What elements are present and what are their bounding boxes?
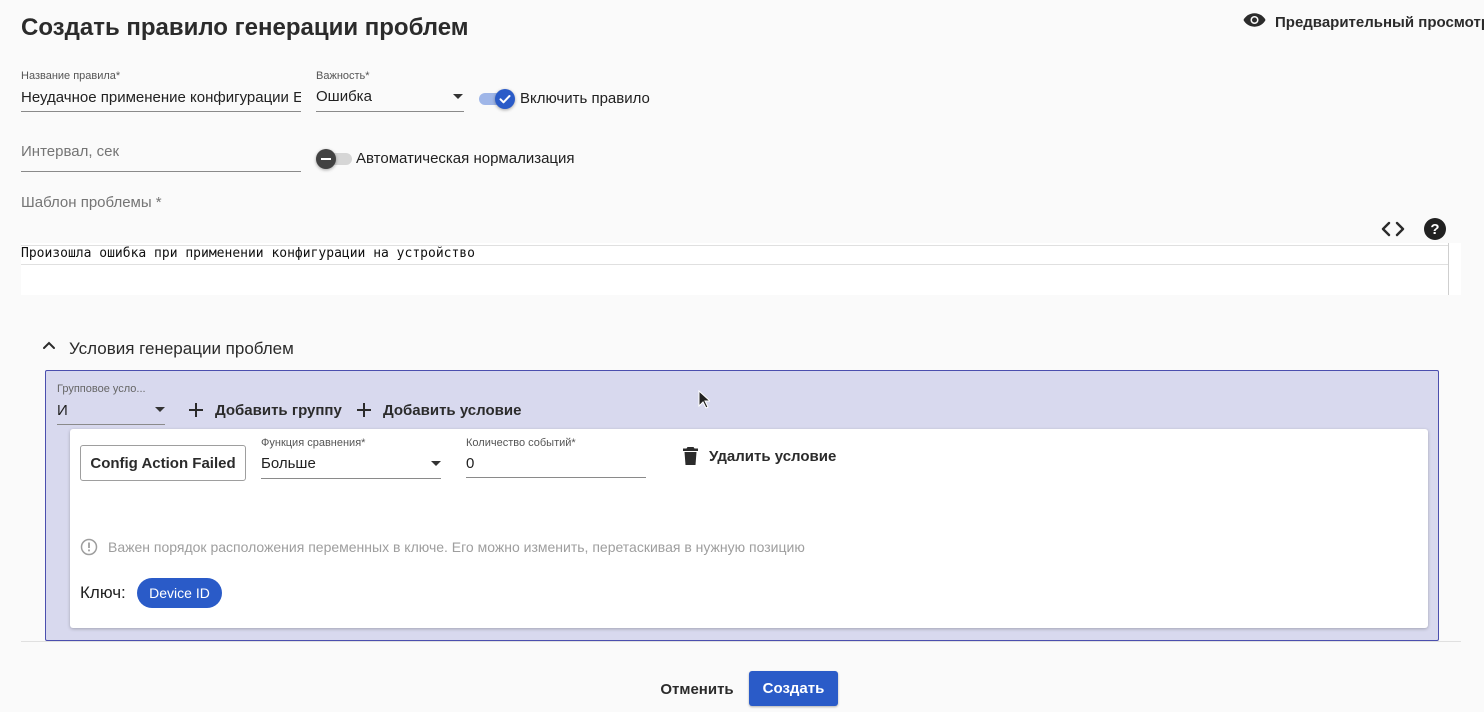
add-group-button[interactable]: Добавить группу xyxy=(187,401,342,419)
eye-icon xyxy=(1243,12,1266,32)
group-condition-value: И xyxy=(57,402,68,419)
delete-condition-button[interactable]: Удалить условие xyxy=(682,446,836,466)
comparison-select[interactable]: Больше xyxy=(261,453,441,479)
template-editor[interactable]: Произошла ошибка при применении конфигур… xyxy=(21,243,1461,295)
create-button[interactable]: Создать xyxy=(749,671,838,706)
event-select-button[interactable]: Config Action Failed xyxy=(80,445,246,481)
severity-label: Важность* xyxy=(316,70,370,82)
rule-name-value: Неудачное применение конфигурации Е xyxy=(21,89,301,106)
group-condition-label: Групповое усло... xyxy=(57,383,146,395)
enable-rule-toggle[interactable] xyxy=(479,88,519,110)
rule-name-label: Название правила* xyxy=(21,70,121,82)
divider xyxy=(21,641,1461,642)
rule-name-input[interactable]: Неудачное применение конфигурации Е xyxy=(21,87,301,112)
info-icon xyxy=(80,538,98,556)
help-icon[interactable]: ? xyxy=(1424,218,1446,240)
add-group-label: Добавить группу xyxy=(215,401,342,419)
comparison-label: Функция сравнения* xyxy=(261,437,366,449)
template-text: Произошла ошибка при применении конфигур… xyxy=(21,246,475,261)
order-hint-text: Важен порядок расположения переменных в … xyxy=(108,539,805,555)
delete-condition-label: Удалить условие xyxy=(709,447,837,465)
key-label: Ключ: xyxy=(80,583,126,602)
preview-button[interactable]: Предварительный просмотр xyxy=(1243,12,1484,32)
add-condition-button[interactable]: Добавить условие xyxy=(355,401,521,419)
interval-placeholder: Интервал, сек xyxy=(21,143,120,160)
order-hint: Важен порядок расположения переменных в … xyxy=(80,538,805,556)
editor-scrollbar[interactable] xyxy=(1448,243,1462,295)
severity-select[interactable]: Ошибка xyxy=(316,87,464,112)
plus-icon xyxy=(189,403,203,417)
key-chip-device-id[interactable]: Device ID xyxy=(137,578,222,608)
check-icon xyxy=(499,95,511,104)
preview-label: Предварительный просмотр xyxy=(1275,13,1484,31)
group-condition-select[interactable]: И xyxy=(57,399,165,425)
event-count-value: 0 xyxy=(466,455,475,472)
page-title: Создать правило генерации проблем xyxy=(21,14,469,41)
event-count-label: Количество событий* xyxy=(466,437,576,449)
trash-icon xyxy=(683,447,698,465)
chevron-up-icon[interactable] xyxy=(42,339,56,353)
auto-normalization-label: Автоматическая нормализация xyxy=(356,150,575,167)
interval-input[interactable]: Интервал, сек xyxy=(21,140,301,172)
chevron-down-icon xyxy=(155,407,165,412)
minus-icon xyxy=(321,158,331,160)
add-condition-label: Добавить условие xyxy=(383,401,522,419)
conditions-section-title: Условия генерации проблем xyxy=(69,339,294,358)
event-count-input[interactable]: 0 xyxy=(466,453,646,478)
chevron-down-icon xyxy=(453,94,463,99)
code-icon[interactable] xyxy=(1380,220,1406,238)
plus-icon xyxy=(357,403,371,417)
severity-value: Ошибка xyxy=(316,88,372,105)
cursor-icon xyxy=(698,389,712,415)
enable-rule-label: Включить правило xyxy=(520,90,650,107)
auto-normalization-toggle[interactable] xyxy=(316,148,354,170)
cancel-button[interactable]: Отменить xyxy=(650,672,744,706)
template-label: Шаблон проблемы * xyxy=(21,194,162,211)
chevron-down-icon xyxy=(431,461,441,466)
comparison-value: Больше xyxy=(261,455,316,472)
